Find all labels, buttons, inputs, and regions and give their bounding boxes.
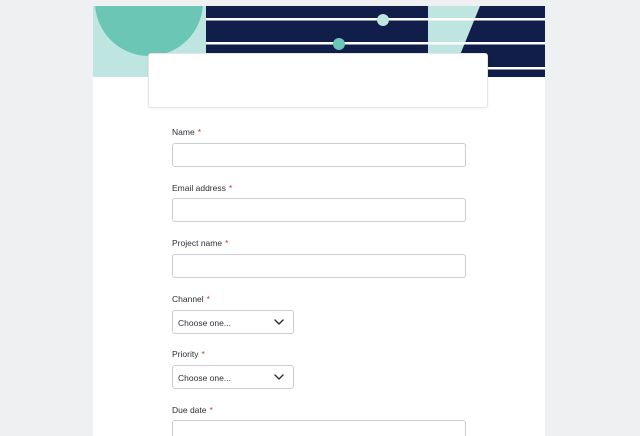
email-label-text: Email address xyxy=(172,183,226,193)
email-label: Email address * xyxy=(172,183,232,193)
required-asterisk: * xyxy=(225,238,229,248)
required-asterisk: * xyxy=(206,294,210,304)
priority-select[interactable]: Choose one... xyxy=(172,365,294,389)
channel-select-value: Choose one... xyxy=(178,318,231,328)
channel-label: Channel * xyxy=(172,294,210,304)
priority-label: Priority * xyxy=(172,349,205,359)
due-date-input[interactable] xyxy=(172,420,466,436)
required-asterisk: * xyxy=(209,405,213,415)
chevron-down-icon xyxy=(274,374,284,380)
priority-select-value: Choose one... xyxy=(178,373,231,383)
project-name-label: Project name * xyxy=(172,238,228,248)
banner-dot-teal xyxy=(333,38,345,50)
due-date-label: Due date * xyxy=(172,405,213,415)
channel-label-text: Channel xyxy=(172,294,204,304)
name-input[interactable] xyxy=(172,143,466,167)
form-title-card xyxy=(148,53,488,108)
required-asterisk: * xyxy=(228,183,233,193)
email-input[interactable] xyxy=(172,198,466,222)
priority-label-text: Priority xyxy=(172,349,199,359)
chevron-down-icon xyxy=(274,319,284,325)
required-asterisk: * xyxy=(197,127,201,137)
name-label-text: Name xyxy=(172,127,195,137)
channel-select[interactable]: Choose one... xyxy=(172,310,294,334)
banner-dot-light xyxy=(377,14,389,26)
required-asterisk: * xyxy=(201,349,205,359)
project-name-label-text: Project name xyxy=(172,238,223,248)
due-date-label-text: Due date xyxy=(172,405,207,415)
project-name-input[interactable] xyxy=(172,254,466,278)
name-label: Name * xyxy=(172,127,201,137)
form-page: Name * Email address * Project name * Chann… xyxy=(93,6,545,436)
